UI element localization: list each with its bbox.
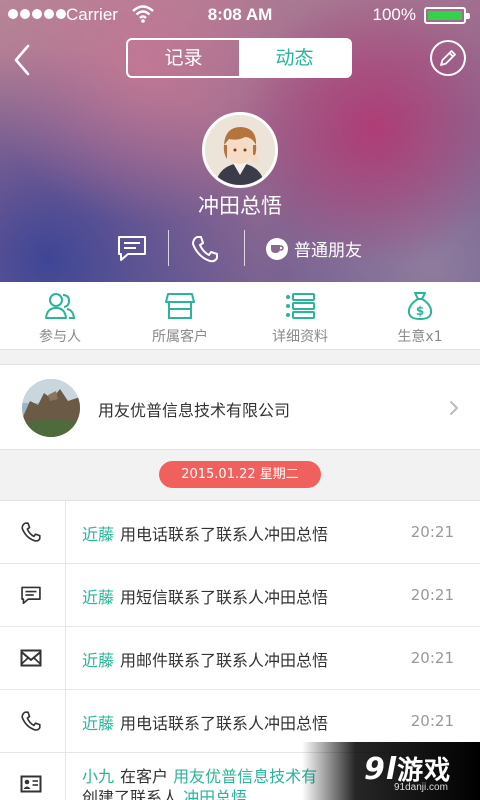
back-button[interactable] — [8, 40, 42, 80]
divider — [65, 690, 66, 752]
battery-percent: 100% — [372, 5, 416, 24]
store-icon — [165, 293, 195, 319]
quick-nav-participants[interactable]: 参与人 — [0, 282, 120, 349]
actor-name[interactable]: 近藤 — [82, 651, 114, 670]
pencil-icon — [440, 50, 456, 66]
timeline-action: 用邮件联系了联系人冲田总悟 — [120, 651, 329, 670]
actor-name[interactable]: 近藤 — [82, 525, 114, 544]
quick-nav-label: 所属客户 — [152, 329, 208, 345]
list-icon — [286, 293, 315, 319]
divider — [65, 627, 66, 689]
timeline-action: 用短信联系了联系人冲田总悟 — [120, 588, 329, 607]
divider — [65, 564, 66, 626]
money-bag-icon: $ — [407, 292, 433, 320]
quick-nav-label: 生意x1 — [397, 329, 443, 345]
svg-text:$: $ — [416, 304, 424, 318]
mail-icon — [20, 649, 42, 667]
timeline-text: 小九 在客户 用友优普信息技术有 创建了联系人 冲田总悟 — [82, 766, 317, 800]
timeline-time: 20:21 — [410, 523, 454, 541]
message-icon[interactable] — [116, 234, 148, 262]
timeline-action: 用电话联系了联系人冲田总悟 — [120, 525, 329, 544]
contact-link[interactable]: 冲田总悟 — [183, 788, 247, 800]
avatar[interactable] — [202, 112, 278, 188]
timeline-item[interactable]: 近藤 用短信联系了联系人冲田总悟 20:21 — [0, 564, 480, 627]
contact-name: 冲田总悟 — [198, 194, 282, 218]
contact-actions: 普通朋友 — [0, 228, 480, 268]
actor-name[interactable]: 近藤 — [82, 714, 114, 733]
profile-header: Carrier 8:08 AM 100% 记录 动态 冲田总悟 普通朋友 — [0, 0, 480, 282]
quick-nav-label: 详细资料 — [272, 329, 328, 345]
divider — [65, 753, 66, 800]
contact-card-icon — [20, 775, 42, 793]
timeline-time: 20:21 — [410, 586, 454, 604]
relation-button[interactable]: 普通朋友 — [266, 236, 362, 261]
company-logo — [22, 379, 80, 437]
relation-label: 普通朋友 — [294, 241, 362, 261]
company-row[interactable]: 用友优普信息技术有限公司 — [0, 364, 480, 450]
timeline-text: 近藤 用邮件联系了联系人冲田总悟 — [82, 647, 328, 671]
quick-nav-customer[interactable]: 所属客户 — [120, 282, 240, 349]
site-watermark: 9l游戏 91danji.com — [302, 742, 480, 800]
tab-activity[interactable]: 动态 — [239, 40, 350, 76]
chevron-right-icon — [450, 401, 458, 415]
timeline-action: 在客户 — [120, 767, 169, 786]
customer-link[interactable]: 用友优普信息技术有 — [173, 767, 317, 786]
view-tabs: 记录 动态 — [126, 38, 352, 78]
timeline-text: 近藤 用短信联系了联系人冲田总悟 — [82, 584, 328, 608]
divider — [244, 230, 245, 266]
timeline-item[interactable]: 近藤 用电话联系了联系人冲田总悟 20:21 — [0, 501, 480, 564]
phone-icon[interactable] — [190, 234, 220, 264]
actor-name[interactable]: 近藤 — [82, 588, 114, 607]
timeline-action: 创建了联系人 — [82, 788, 179, 800]
message-icon — [21, 586, 41, 605]
divider — [168, 230, 169, 266]
timeline-time: 20:21 — [410, 649, 454, 667]
people-icon — [45, 293, 76, 319]
coffee-cup-icon — [266, 237, 288, 260]
edit-button[interactable] — [430, 40, 466, 76]
timeline-time: 20:21 — [410, 712, 454, 730]
timeline-text: 近藤 用电话联系了联系人冲田总悟 — [82, 710, 328, 734]
watermark-url: 91danji.com — [394, 782, 448, 793]
battery-icon — [424, 7, 470, 24]
divider — [65, 501, 66, 563]
timeline-item[interactable]: 近藤 用邮件联系了联系人冲田总悟 20:21 — [0, 627, 480, 690]
date-badge: 2015.01.22 星期二 — [159, 461, 321, 488]
quick-nav-label: 参与人 — [39, 329, 81, 345]
status-bar: Carrier 8:08 AM 100% — [0, 0, 480, 30]
timeline-action: 用电话联系了联系人冲田总悟 — [120, 714, 329, 733]
quick-nav: 参与人 所属客户 详细资料 $ 生意x1 — [0, 282, 480, 350]
quick-nav-details[interactable]: 详细资料 — [240, 282, 360, 349]
company-name: 用友优普信息技术有限公司 — [98, 401, 291, 420]
quick-nav-business[interactable]: $ 生意x1 — [360, 282, 480, 349]
timeline-text: 近藤 用电话联系了联系人冲田总悟 — [82, 521, 328, 545]
actor-name[interactable]: 小九 — [82, 767, 114, 786]
phone-icon — [21, 711, 41, 731]
phone-icon — [21, 522, 41, 542]
tab-records[interactable]: 记录 — [128, 40, 239, 76]
back-chevron-icon — [14, 44, 30, 76]
